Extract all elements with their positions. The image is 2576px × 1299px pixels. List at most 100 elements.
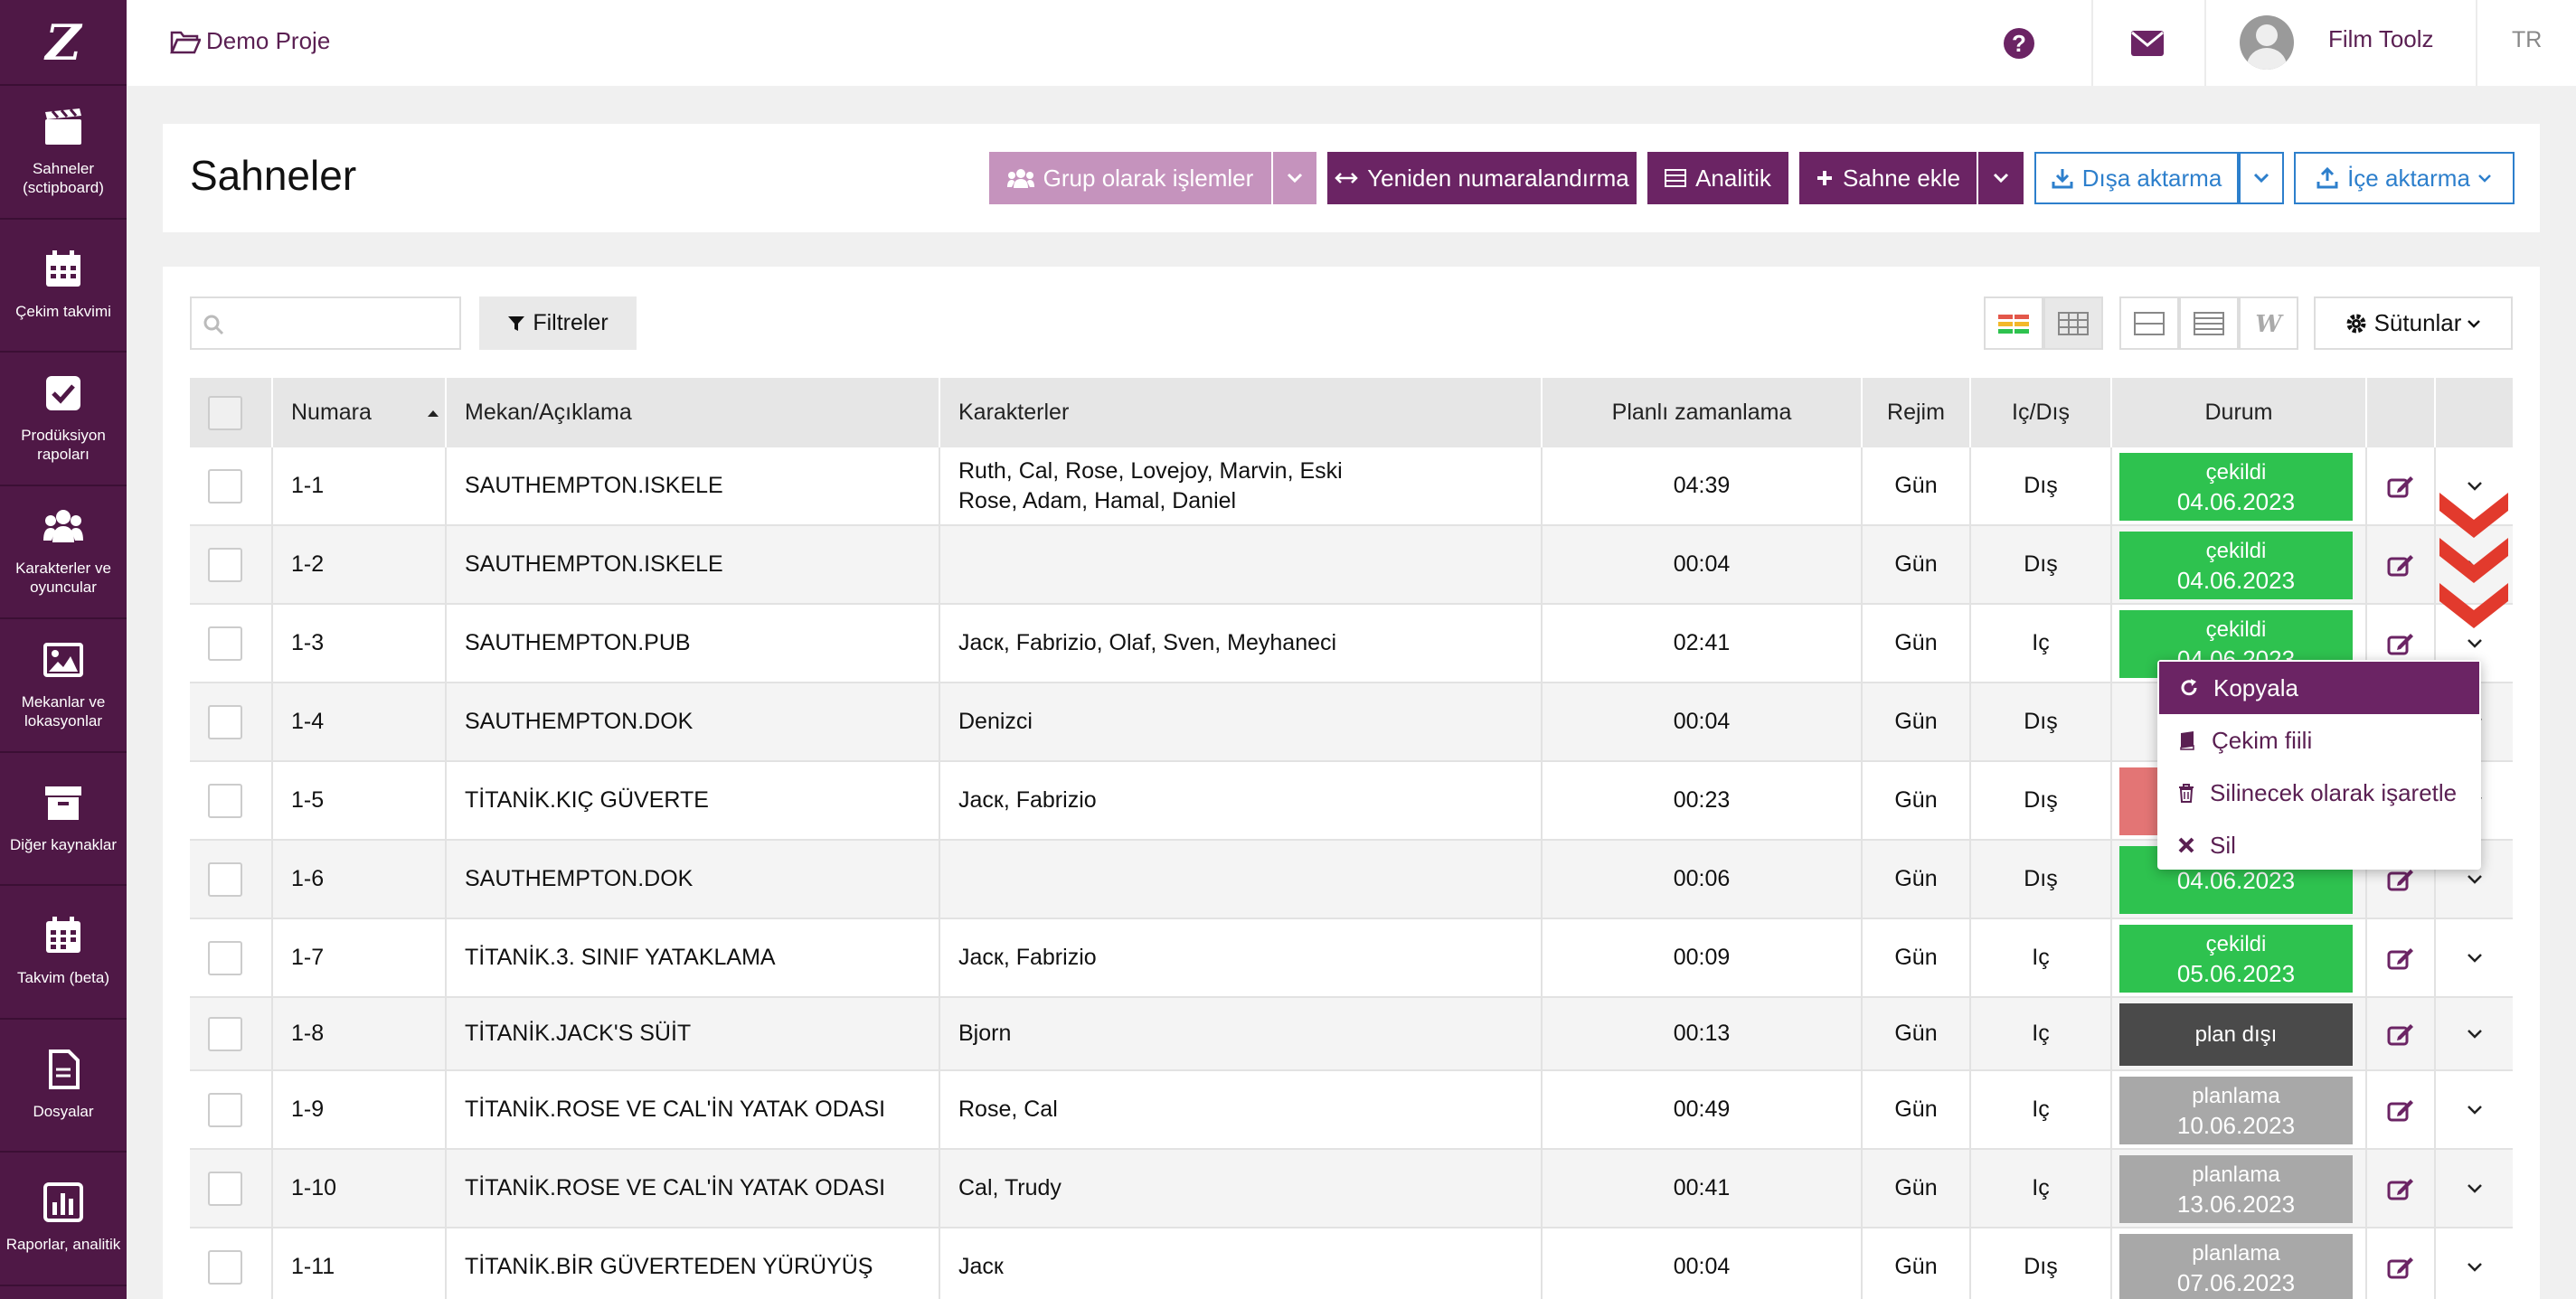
header-planned-time[interactable]: Planlı zamanlama (1541, 378, 1861, 447)
status-date: 04.06.2023 (2176, 487, 2296, 515)
sidebar-item-production-reports[interactable]: Prodüksiyon rapoları (0, 353, 127, 486)
search-input[interactable] (190, 297, 461, 350)
import-button[interactable]: İçe aktarma (2294, 152, 2515, 204)
scene-characters: Rose, Cal (939, 1071, 1541, 1148)
menu-item-mark-delete[interactable]: Silinecek olarak işaretle (2157, 767, 2481, 819)
scene-characters: Jacк, Fabrizio (939, 919, 1541, 996)
export-dropdown[interactable] (2239, 152, 2284, 204)
status-badge[interactable]: plan dışı (2119, 1003, 2353, 1066)
chevron-down-icon[interactable] (2467, 1183, 2483, 1194)
chevron-down-icon[interactable] (2467, 1029, 2483, 1040)
row-checkbox[interactable] (208, 1171, 242, 1206)
view-w-button[interactable]: W (2239, 297, 2298, 350)
status-badge[interactable]: çekildi 04.06.2023 (2119, 532, 2353, 599)
edit-icon[interactable] (2387, 632, 2414, 655)
header-number[interactable]: Numara (271, 378, 445, 447)
table-row[interactable]: 1-1 SAUTHEMPTON.ISKELE Ruth, Cal, Rose, Lo… (190, 447, 2513, 526)
edit-icon[interactable] (2387, 1177, 2414, 1200)
header-status[interactable]: Durum (2110, 378, 2365, 447)
row-checkbox[interactable] (208, 783, 242, 818)
row-checkbox[interactable] (208, 468, 242, 504)
help-button[interactable]: ? (1965, 0, 2073, 86)
chevron-down-icon[interactable] (2467, 1105, 2483, 1115)
sidebar-item-shooting-schedule[interactable]: Çekim takvimi (0, 220, 127, 353)
edit-icon[interactable] (2387, 1098, 2414, 1122)
row-checkbox[interactable] (208, 704, 242, 739)
header-characters[interactable]: Karakterler (939, 378, 1541, 447)
scene-number: 1-3 (271, 605, 445, 682)
sidebar-item-locations[interactable]: Mekanlar ve lokasyonlar (0, 619, 127, 753)
row-checkbox[interactable] (208, 861, 242, 897)
status-date: 10.06.2023 (2176, 1111, 2296, 1139)
chevron-down-icon[interactable] (2467, 638, 2483, 649)
edit-icon[interactable] (2387, 1022, 2414, 1046)
user-name[interactable]: Film Toolz (2328, 25, 2434, 53)
project-link[interactable]: Demo Proje (170, 27, 330, 55)
table-row[interactable]: 1-9 TİTANİK.ROSE VE CAL'İN YATAK ODASI Ros… (190, 1071, 2513, 1150)
columns-button[interactable]: Sütunlar (2314, 297, 2513, 350)
menu-item-copy[interactable]: Kopyala (2159, 662, 2479, 714)
status-badge[interactable]: çekildi 04.06.2023 (2119, 453, 2353, 521)
sidebar-item-calendar-beta[interactable]: Takvim (beta) (0, 886, 127, 1020)
header-regime[interactable]: Rejim (1861, 378, 1969, 447)
chevron-down-icon[interactable] (2467, 953, 2483, 964)
table-row[interactable]: 1-8 TİTANİK.JACK'S SÜİT Bjorn 00:13 Gün Iç pla… (190, 998, 2513, 1071)
row-checkbox[interactable] (208, 1249, 242, 1285)
select-all-checkbox[interactable] (208, 395, 242, 430)
view-colored-button[interactable] (1984, 297, 2043, 350)
status-badge[interactable]: planlama 07.06.2023 (2119, 1234, 2353, 1299)
view-split-button[interactable] (2119, 297, 2179, 350)
table-row[interactable]: 1-11 TİTANİK.BİR GÜVERTEDEN YÜRÜYÜŞ Jacк 00… (190, 1228, 2513, 1299)
app-logo[interactable]: Z (0, 0, 127, 86)
chevron-down-icon[interactable] (2467, 1262, 2483, 1273)
sidebar-item-label: Çekim takvimi (15, 302, 111, 320)
sidebar-item-other-resources[interactable]: Diğer kaynaklar (0, 753, 127, 886)
menu-item-delete[interactable]: Sil (2157, 819, 2481, 871)
avatar[interactable] (2240, 15, 2294, 70)
table-row[interactable]: 1-2 SAUTHEMPTON.ISKELE 00:04 Gün Dış çekildi 0… (190, 526, 2513, 605)
status-badge[interactable]: çekildi 05.06.2023 (2119, 925, 2353, 993)
int-ext: Iç (1969, 998, 2110, 1069)
edit-icon[interactable] (2387, 553, 2414, 577)
status-badge[interactable]: planlama 13.06.2023 (2119, 1155, 2353, 1223)
sidebar-item-scenes[interactable]: Sahneler (sctipboard) (0, 86, 127, 220)
add-scene-button[interactable]: Sahne ekle (1799, 152, 1977, 204)
renumber-button[interactable]: Yeniden numaralandırma (1327, 152, 1637, 204)
row-select-cell (190, 447, 271, 524)
sort-asc-icon (428, 409, 439, 417)
colored-rows-icon (1998, 314, 2029, 334)
view-grid-button[interactable] (2043, 297, 2103, 350)
header-place[interactable]: Mekan/Açıklama (445, 378, 939, 447)
edit-icon[interactable] (2387, 1256, 2414, 1279)
chevron-down-icon[interactable] (2467, 874, 2483, 885)
header-int-ext[interactable]: Iç/Dış (1969, 378, 2110, 447)
row-checkbox[interactable] (208, 1016, 242, 1051)
group-operations-dropdown[interactable] (1273, 152, 1316, 204)
edit-icon[interactable] (2387, 475, 2414, 498)
view-list-button[interactable] (2179, 297, 2239, 350)
table-row[interactable]: 1-10 TİTANİK.ROSE VE CAL'İN YATAK ODASI Ca… (190, 1150, 2513, 1228)
clapperboard-icon (45, 108, 81, 145)
row-select-cell (190, 526, 271, 603)
messages-button[interactable] (2093, 0, 2202, 86)
edit-icon[interactable] (2387, 946, 2414, 970)
row-select-cell (190, 1228, 271, 1299)
status-badge[interactable]: planlama 10.06.2023 (2119, 1077, 2353, 1144)
group-operations-button[interactable]: Grup olarak işlemler (989, 152, 1271, 204)
add-scene-dropdown[interactable] (1978, 152, 2024, 204)
regime: Gün (1861, 605, 1969, 682)
row-checkbox[interactable] (208, 626, 242, 661)
export-button[interactable]: Dışa aktarma (2034, 152, 2239, 204)
language-switch[interactable]: TR (2512, 27, 2542, 53)
row-checkbox[interactable] (208, 940, 242, 975)
row-checkbox[interactable] (208, 1092, 242, 1127)
filters-button[interactable]: Filtreler (479, 297, 637, 350)
rotate-icon (2181, 679, 2197, 696)
row-checkbox[interactable] (208, 547, 242, 582)
table-row[interactable]: 1-7 TİTANİK.3. SINIF YATAKLAMA Jacк, Fabri… (190, 919, 2513, 998)
analytics-button[interactable]: Analitik (1647, 152, 1788, 204)
sidebar-item-reports[interactable]: Raporlar, analitik (0, 1153, 127, 1286)
menu-item-shoot-verb[interactable]: Çekim fiili (2157, 714, 2481, 767)
sidebar-item-characters[interactable]: Karakterler ve oyuncular (0, 486, 127, 619)
sidebar-item-files[interactable]: Dosyalar (0, 1020, 127, 1153)
